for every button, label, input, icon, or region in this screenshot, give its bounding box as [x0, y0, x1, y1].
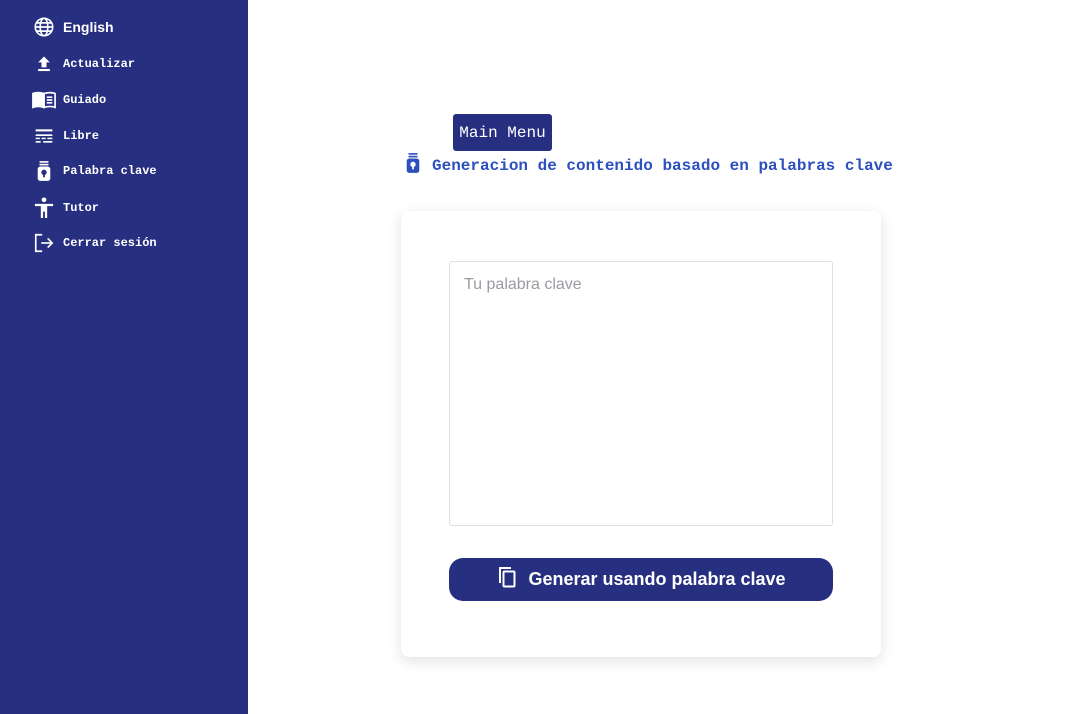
- book-icon: [32, 88, 56, 112]
- sidebar-item-palabra-clave[interactable]: Palabra clave: [32, 159, 157, 183]
- upload-icon: [32, 52, 56, 76]
- sidebar-item-label: English: [63, 19, 114, 35]
- person-icon: [32, 196, 56, 220]
- sidebar: English Actualizar Guiado Libre Palabra …: [0, 0, 248, 714]
- sidebar-item-label: Palabra clave: [63, 164, 157, 178]
- text-lines-icon: [32, 124, 56, 148]
- sidebar-item-label: Guiado: [63, 93, 107, 107]
- generate-button[interactable]: Generar usando palabra clave: [449, 558, 833, 601]
- globe-icon: [32, 15, 56, 39]
- sidebar-item-actualizar[interactable]: Actualizar: [32, 52, 135, 76]
- sidebar-item-guiado[interactable]: Guiado: [32, 88, 106, 112]
- key-tag-icon: [404, 152, 422, 179]
- key-tag-icon: [32, 159, 56, 183]
- sidebar-item-label: Actualizar: [63, 57, 136, 71]
- generate-button-label: Generar usando palabra clave: [528, 569, 786, 589]
- logout-icon: [32, 231, 56, 255]
- sidebar-item-libre[interactable]: Libre: [32, 124, 99, 148]
- sidebar-item-label: Cerrar sesión: [63, 236, 157, 250]
- page-subtitle: Generacion de contenido basado en palabr…: [404, 152, 893, 179]
- keyword-input[interactable]: [449, 261, 833, 526]
- sidebar-item-tutor[interactable]: Tutor: [32, 196, 99, 220]
- sidebar-item-label: Libre: [63, 129, 100, 143]
- sidebar-item-cerrar-sesion[interactable]: Cerrar sesión: [32, 231, 157, 255]
- subtitle-text: Generacion de contenido basado en palabr…: [432, 156, 893, 175]
- copy-icon: [496, 565, 518, 594]
- sidebar-item-label: Tutor: [63, 201, 100, 215]
- main-menu-button[interactable]: Main Menu: [453, 114, 552, 151]
- sidebar-item-language[interactable]: English: [32, 15, 114, 39]
- keyword-card: Generar usando palabra clave: [401, 211, 881, 657]
